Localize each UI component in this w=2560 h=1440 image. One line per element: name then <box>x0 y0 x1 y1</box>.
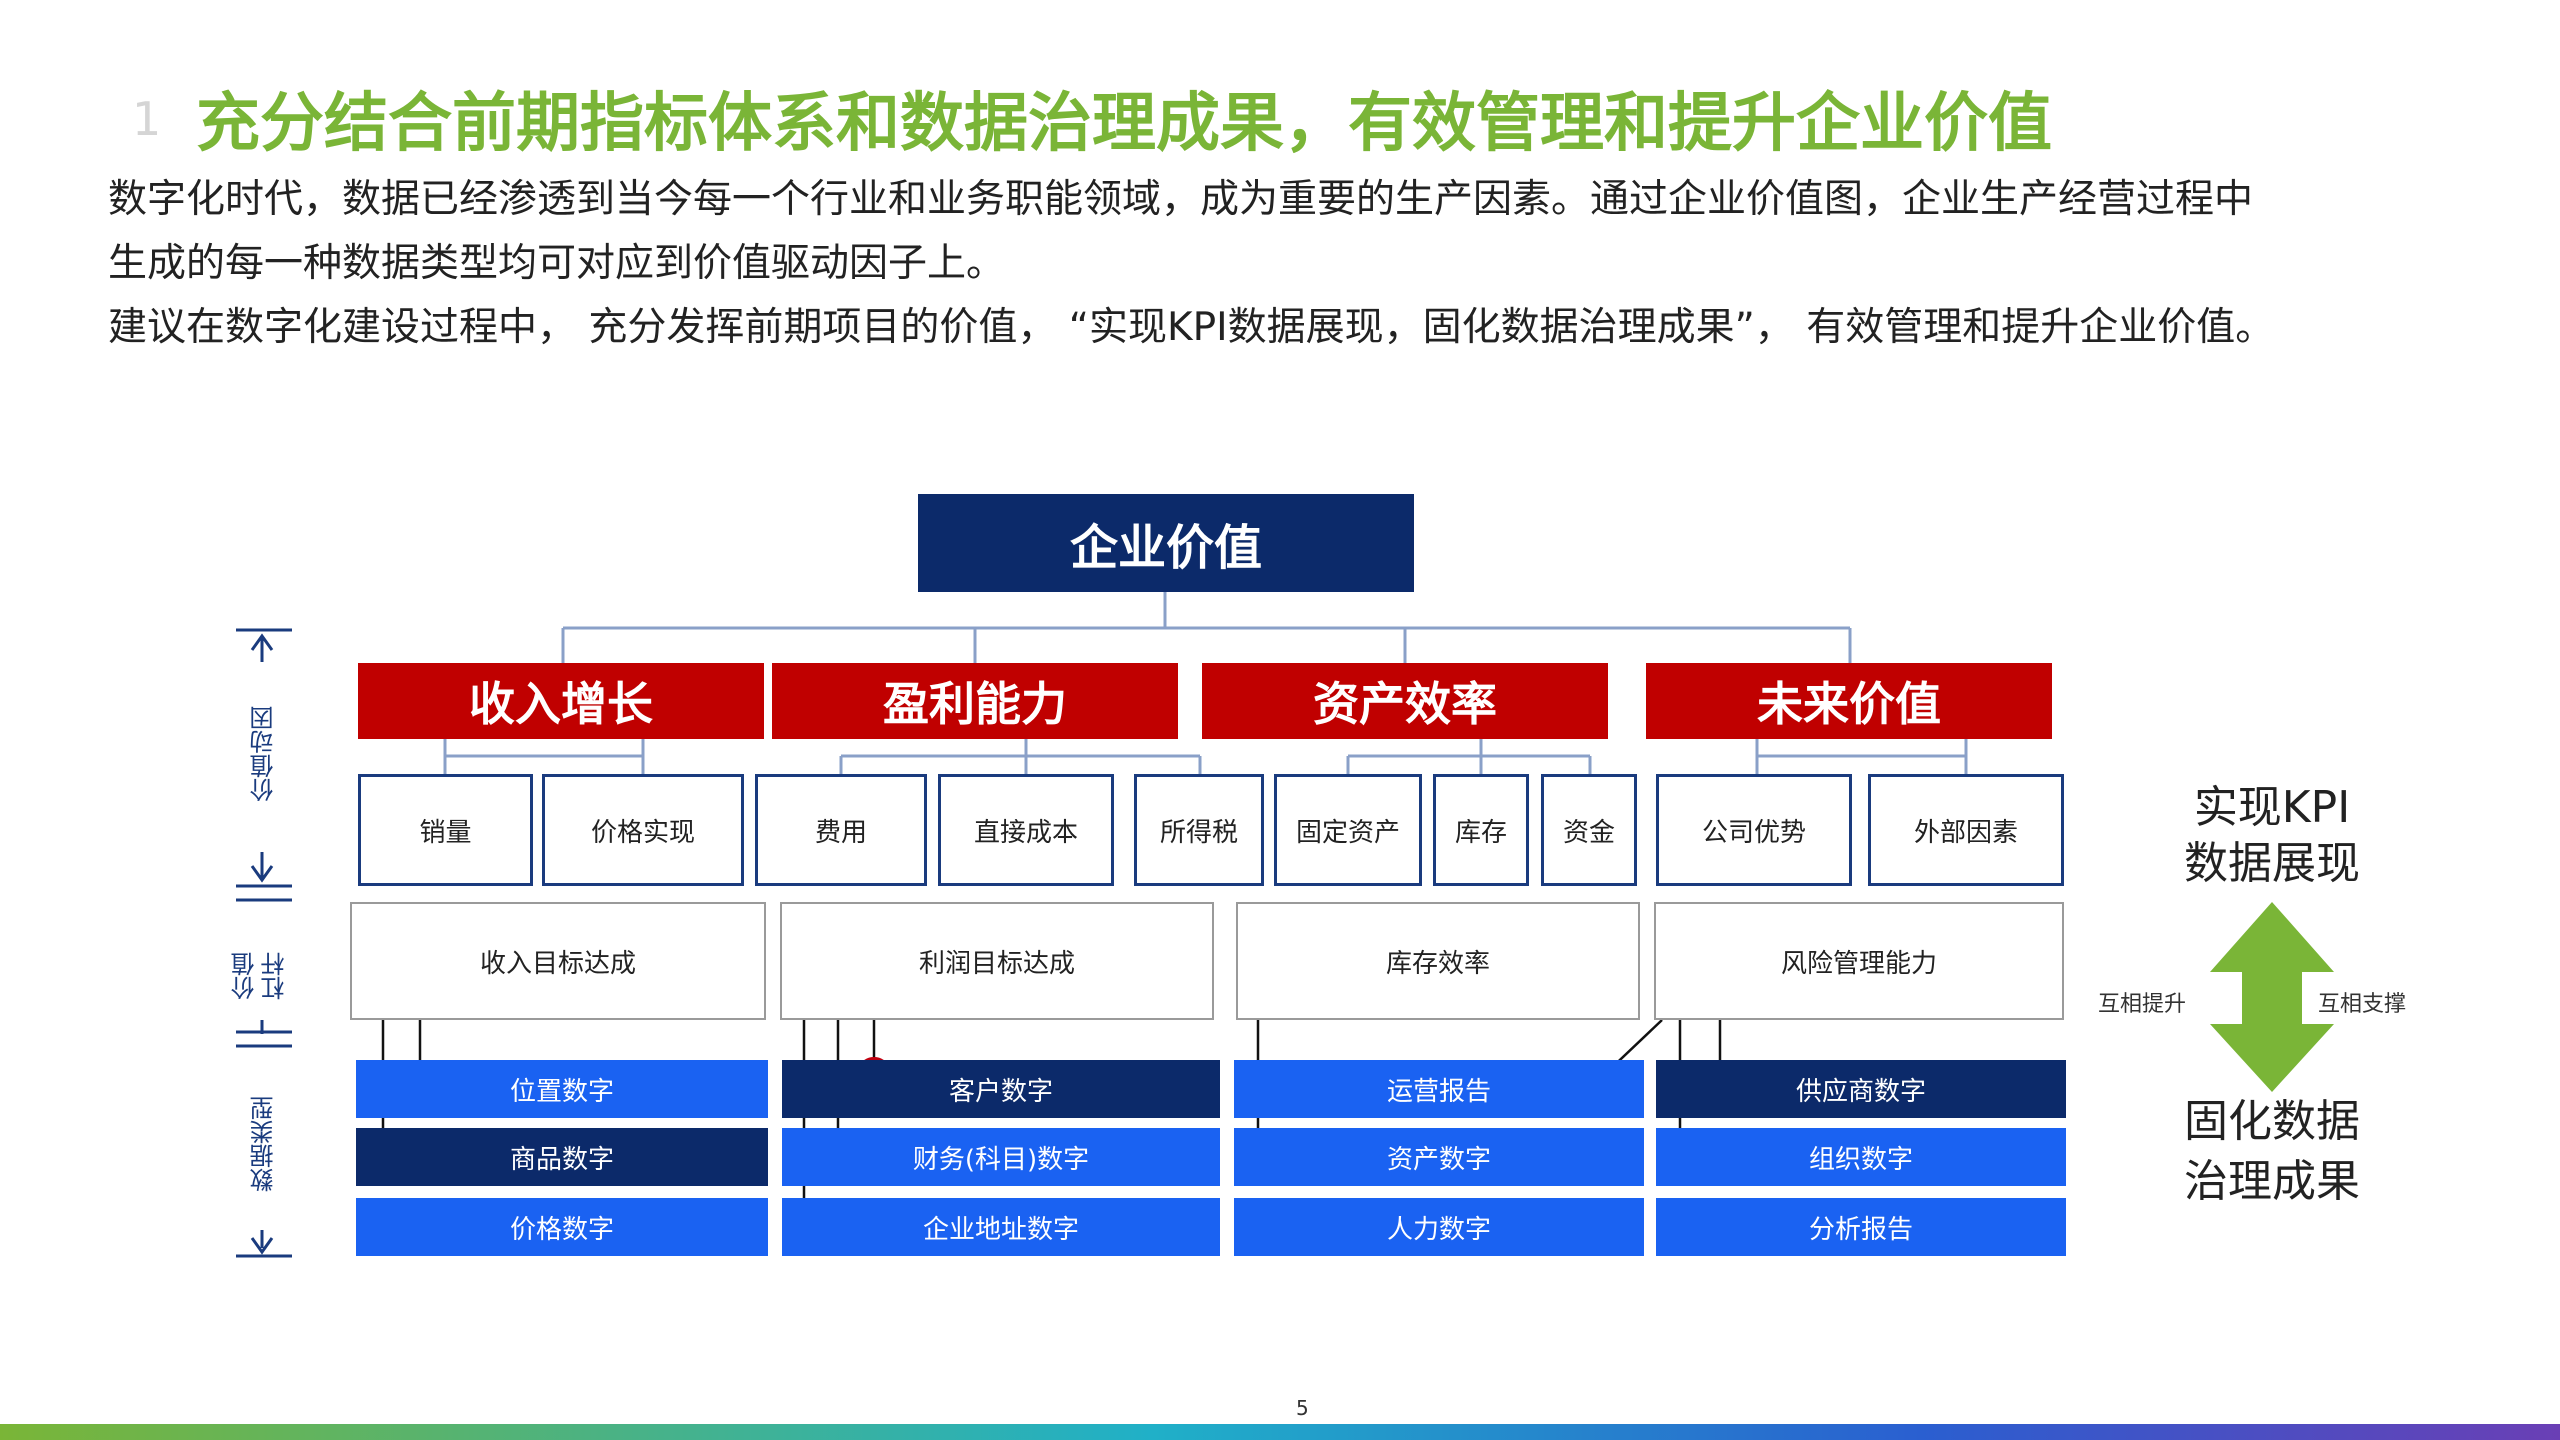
kpi-line-2: 数据展现 <box>2184 838 2360 889</box>
category-future-value: 未来价值 <box>1646 663 2052 739</box>
data-type-price: 价格数字 <box>356 1198 768 1256</box>
data-type-enterprise-address: 企业地址数字 <box>782 1198 1220 1256</box>
kpi-display-label: 实现KPI 数据展现 <box>2152 780 2392 892</box>
driver-inventory: 库存 <box>1433 774 1529 886</box>
enterprise-value-box: 企业价值 <box>918 494 1414 592</box>
lever-revenue-target: 收入目标达成 <box>350 902 766 1020</box>
data-type-operations-report: 运营报告 <box>1234 1060 1644 1118</box>
driver-external-factors: 外部因素 <box>1868 774 2064 886</box>
driver-company-advantage: 公司优势 <box>1656 774 1852 886</box>
data-type-product: 商品数字 <box>356 1128 768 1186</box>
governance-line-1: 固化数据 <box>2184 1096 2360 1147</box>
driver-fixed-assets: 固定资产 <box>1274 774 1422 886</box>
data-type-human-resources: 人力数字 <box>1234 1198 1644 1256</box>
driver-income-tax: 所得税 <box>1134 774 1264 886</box>
lever-profit-target: 利润目标达成 <box>780 902 1214 1020</box>
data-type-organization: 组织数字 <box>1656 1128 2066 1186</box>
kpi-line-1: 实现KPI <box>2193 782 2351 833</box>
driver-sales-volume: 销量 <box>358 774 533 886</box>
category-asset-efficiency: 资产效率 <box>1202 663 1608 739</box>
data-type-finance-account: 财务(科目)数字 <box>782 1128 1220 1186</box>
label-value-drivers: 价值动因 <box>250 706 278 802</box>
category-revenue-growth: 收入增长 <box>358 663 764 739</box>
driver-price-realization: 价格实现 <box>542 774 744 886</box>
data-type-assets: 资产数字 <box>1234 1128 1644 1186</box>
page-number: 5 <box>1296 1396 1309 1420</box>
driver-expenses: 费用 <box>755 774 927 886</box>
label-data-types: 数据类型 <box>250 1096 278 1192</box>
lever-inventory-efficiency: 库存效率 <box>1236 902 1640 1020</box>
data-type-supplier: 供应商数字 <box>1656 1060 2066 1118</box>
label-value-levers: 价值杠杆 <box>231 952 289 1000</box>
category-profitability: 盈利能力 <box>772 663 1178 739</box>
mutual-enhance-note: 互相提升 <box>2098 992 2187 1017</box>
mutual-support-note: 互相支撑 <box>2318 992 2407 1017</box>
data-type-location: 位置数字 <box>356 1060 768 1118</box>
governance-line-2: 治理成果 <box>2184 1156 2360 1207</box>
driver-direct-cost: 直接成本 <box>938 774 1114 886</box>
driver-funds: 资金 <box>1541 774 1637 886</box>
lever-risk-management: 风险管理能力 <box>1654 902 2064 1020</box>
footer-gradient-bar <box>0 1424 2560 1440</box>
data-governance-label: 固化数据 治理成果 <box>2152 1092 2392 1212</box>
data-type-customer: 客户数字 <box>782 1060 1220 1118</box>
data-type-analysis-report: 分析报告 <box>1656 1198 2066 1256</box>
